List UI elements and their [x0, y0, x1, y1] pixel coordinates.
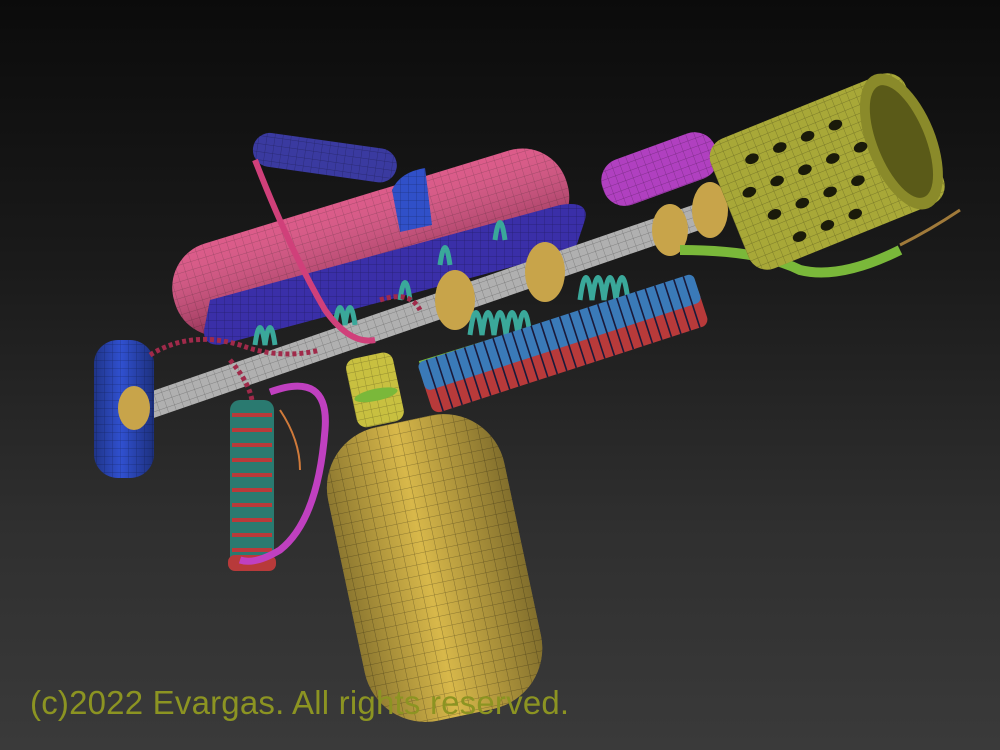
muzzle-cylinder: [709, 73, 945, 270]
top-handle: [252, 132, 397, 183]
rear-grip: [94, 340, 154, 478]
muzzle-wire: [899, 208, 961, 247]
canister-neck: [346, 352, 404, 428]
trigger-coil: [228, 400, 276, 571]
copyright-caption: (c)2022 Evargas. All rights reserved.: [30, 684, 570, 721]
blaster-render: [94, 73, 961, 722]
